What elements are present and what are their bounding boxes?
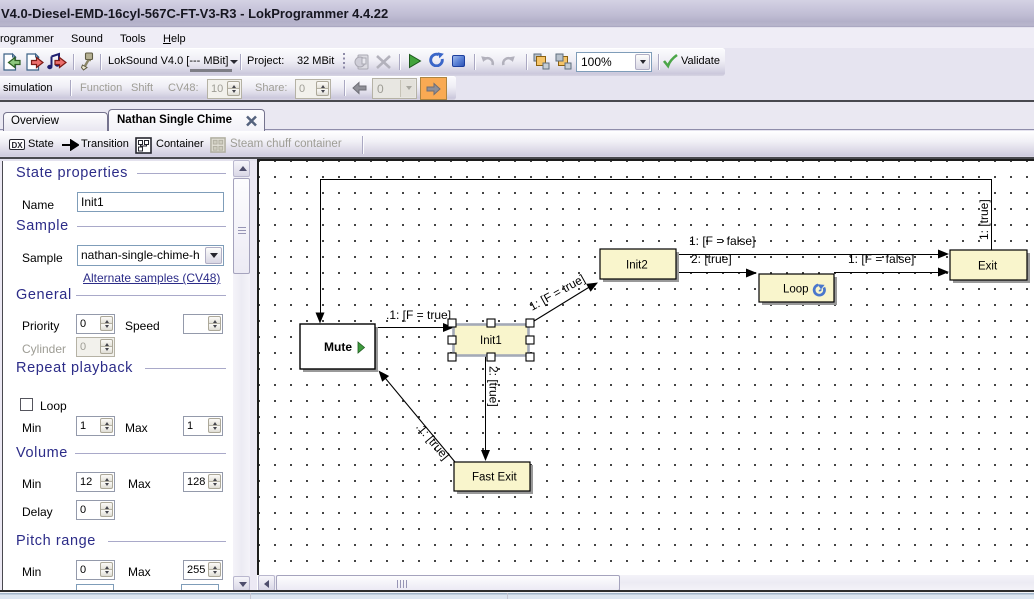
svg-text:Loop: Loop: [783, 284, 809, 296]
svg-text:Mute: Mute: [324, 340, 352, 354]
svg-text:Init1: Init1: [480, 335, 502, 347]
svg-text:1: [true]: 1: [true]: [977, 199, 991, 240]
svg-text:Fast Exit: Fast Exit: [472, 472, 518, 484]
svg-text:1: [F = false]: 1: [F = false]: [689, 234, 755, 248]
svg-text:Init2: Init2: [626, 260, 648, 272]
svg-text:2: [true]: 2: [true]: [691, 252, 732, 266]
svg-text:1: [F = false]: 1: [F = false]: [848, 252, 914, 266]
svg-text:Exit: Exit: [978, 261, 998, 273]
svg-text:.1: [F = true]: .1: [F = true]: [386, 308, 451, 322]
svg-text:2: [true]: 2: [true]: [487, 366, 501, 407]
